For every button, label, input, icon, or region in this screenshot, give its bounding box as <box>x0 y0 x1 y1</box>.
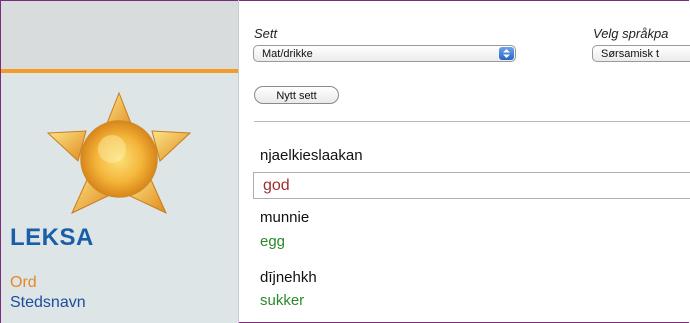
list-item-word: munnie <box>260 209 310 226</box>
list-item-word: dījnehkh <box>260 269 317 286</box>
sidebar-accent-bar <box>1 69 238 73</box>
sun-logo-icon <box>46 91 192 215</box>
set-select[interactable]: Mat/drikke <box>253 45 516 62</box>
language-select-value: Sørsamisk t <box>601 48 660 60</box>
section-divider <box>254 121 690 122</box>
language-select[interactable]: Sørsamisk t <box>592 45 690 62</box>
nav-link-stedsnavn[interactable]: Stedsnavn <box>10 294 86 312</box>
list-item-answer: egg <box>260 233 286 250</box>
current-word: njaelkieslaakan <box>260 147 363 164</box>
language-label: Velg språkpa <box>593 26 669 41</box>
brand-title: LEKSA <box>10 224 94 251</box>
sidebar-divider <box>238 0 239 323</box>
new-set-button[interactable]: Nytt sett <box>254 86 339 104</box>
sidebar-header <box>1 1 238 69</box>
sidebar: LEKSA Ord Stedsnavn <box>1 1 238 323</box>
set-label: Sett <box>254 26 278 41</box>
set-select-value: Mat/drikke <box>262 48 313 60</box>
select-stepper-icon <box>499 47 514 60</box>
nav-link-ord[interactable]: Ord <box>10 274 37 292</box>
answer-input[interactable]: god <box>253 172 690 199</box>
list-item-answer: sukker <box>260 292 305 309</box>
